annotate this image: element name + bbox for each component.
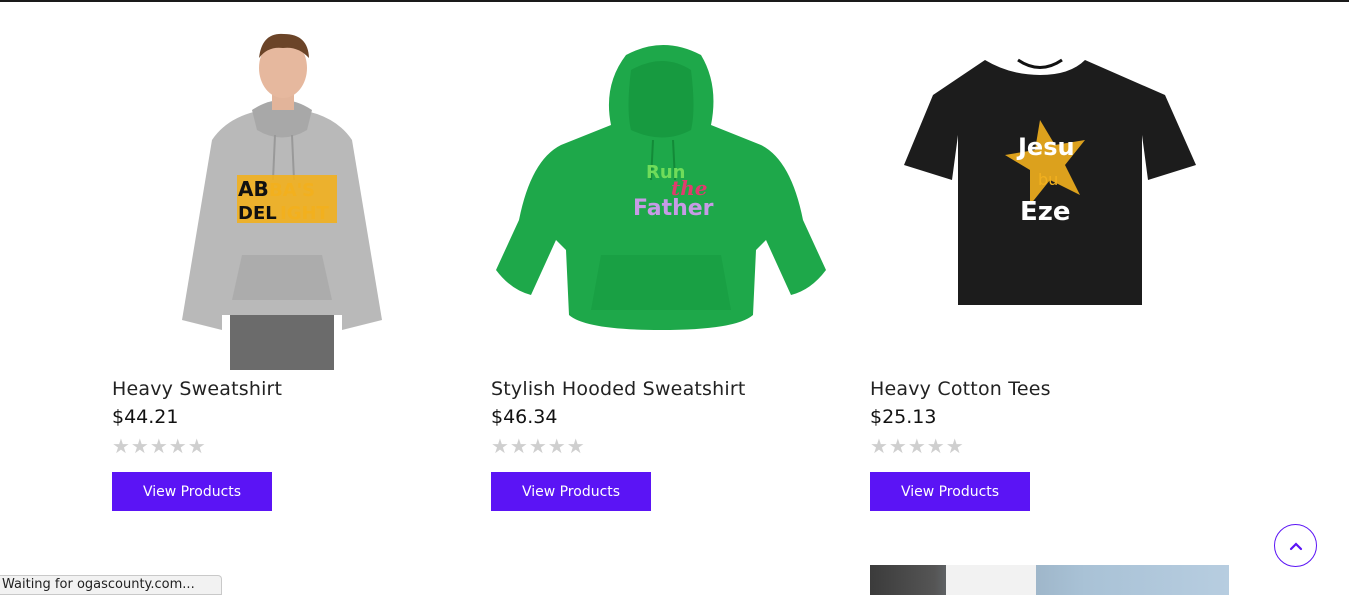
browser-status-bar: Waiting for ogascounty.com... (0, 575, 222, 595)
svg-text:Eze: Eze (1020, 197, 1071, 227)
product-image[interactable]: Run the Father (491, 30, 831, 370)
product-price: $44.21 (112, 406, 179, 428)
svg-text:bu: bu (1038, 170, 1058, 189)
white-hoodie-image (946, 565, 1036, 595)
product-card: Run the Father Stylish Hooded Sweatshirt… (491, 30, 831, 511)
product-card: Jesu bu Eze Heavy Cotton Tees $25.13 ★★★… (870, 30, 1210, 511)
grey-hoodie-image: AB BA'S DEL IGHT (182, 33, 382, 370)
view-products-button[interactable]: View Products (491, 472, 651, 511)
product-title[interactable]: Heavy Sweatshirt (112, 378, 452, 400)
product-title[interactable]: Heavy Cotton Tees (870, 378, 1210, 400)
view-products-button[interactable]: View Products (112, 472, 272, 511)
top-border (0, 0, 1349, 2)
product-image-next-row[interactable] (870, 565, 1229, 595)
scroll-to-top-button[interactable] (1274, 524, 1317, 567)
chevron-up-icon (1289, 541, 1302, 550)
svg-text:AB: AB (238, 177, 269, 201)
rating-stars: ★★★★★ (491, 434, 586, 458)
product-image[interactable]: AB BA'S DEL IGHT (112, 30, 452, 370)
product-title[interactable]: Stylish Hooded Sweatshirt (491, 378, 831, 400)
svg-text:DEL: DEL (238, 203, 277, 224)
green-hoodie-image: Run the Father (496, 45, 826, 330)
svg-text:Jesu: Jesu (1016, 133, 1075, 161)
product-price: $46.34 (491, 406, 558, 428)
product-price: $25.13 (870, 406, 937, 428)
product-image[interactable]: Jesu bu Eze (870, 30, 1210, 370)
svg-text:IGHT: IGHT (280, 203, 330, 224)
svg-text:Father: Father (633, 196, 714, 221)
product-card: AB BA'S DEL IGHT Heavy Sweatshirt $44.21… (112, 30, 452, 511)
svg-text:BA'S: BA'S (269, 180, 315, 201)
view-products-button[interactable]: View Products (870, 472, 1030, 511)
rating-stars: ★★★★★ (870, 434, 965, 458)
rating-stars: ★★★★★ (112, 434, 207, 458)
black-tee-image: Jesu bu Eze (904, 58, 1196, 305)
